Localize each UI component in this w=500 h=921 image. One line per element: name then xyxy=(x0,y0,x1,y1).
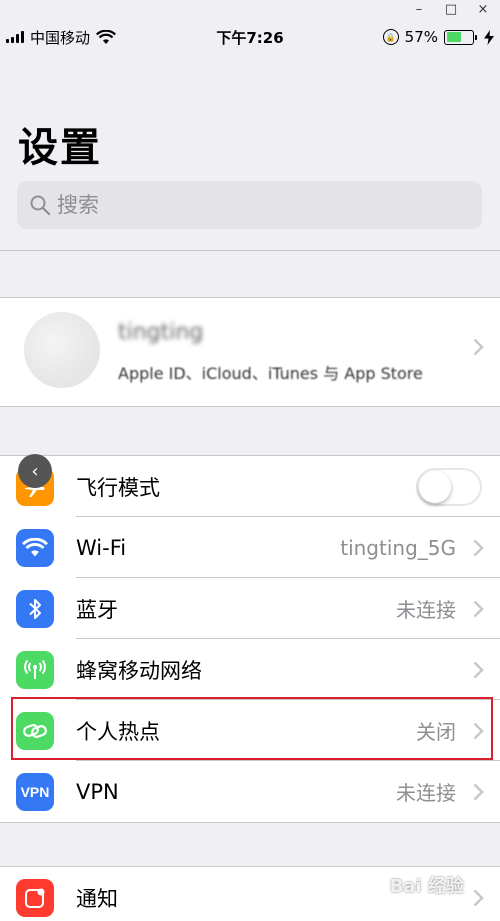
cellular-antenna-icon xyxy=(16,650,54,689)
charging-icon xyxy=(484,29,494,45)
settings-row-cellular[interactable]: 蜂窝移动网络 xyxy=(0,639,500,700)
chevron-right-icon xyxy=(473,600,484,618)
chevron-right-icon xyxy=(473,783,484,801)
account-name: tingting xyxy=(118,320,204,345)
vpn-icon: VPN xyxy=(16,772,54,811)
bluetooth-icon xyxy=(16,589,54,628)
search-input[interactable] xyxy=(57,193,457,217)
avatar xyxy=(24,312,100,388)
search-bar[interactable] xyxy=(17,181,482,229)
status-bar: 中国移动 下午7:26 🔒 57% xyxy=(0,22,500,52)
row-label: 蜂窝移动网络 xyxy=(76,658,202,683)
airplane-mode-toggle[interactable] xyxy=(416,467,482,506)
hotspot-link-icon xyxy=(16,711,54,750)
settings-row-airplane-mode[interactable]: 飞行模式 xyxy=(0,456,500,517)
chevron-right-icon xyxy=(473,889,484,907)
row-label: 蓝牙 xyxy=(76,597,118,622)
chevron-right-icon xyxy=(473,722,484,740)
settings-row-wifi[interactable]: Wi-Fi tingting_5G xyxy=(0,517,500,578)
notifications-icon xyxy=(16,878,54,917)
row-label: 飞行模式 xyxy=(76,475,160,500)
row-label: 通知 xyxy=(76,886,118,911)
watermark-logo: Bai 经验 xyxy=(389,876,464,897)
page-title: 设置 xyxy=(18,125,102,171)
settings-list: 飞行模式 Wi-Fi tingting_5G 蓝牙 未连接 蜂窝移动网络 个人热… xyxy=(0,455,500,823)
account-subtitle: Apple ID、iCloud、iTunes 与 App Store xyxy=(118,364,423,383)
search-icon xyxy=(30,195,51,216)
minimize-icon[interactable]: – xyxy=(412,2,426,17)
row-label: 个人热点 xyxy=(76,719,160,744)
row-value: tingting_5G xyxy=(340,535,456,560)
window-controls: – □ × xyxy=(380,0,500,18)
row-label: VPN xyxy=(76,779,119,804)
divider xyxy=(0,250,500,251)
back-chevron-icon[interactable]: ‹ xyxy=(18,454,52,488)
rotation-lock-icon: 🔒 xyxy=(382,29,399,45)
settings-row-vpn[interactable]: VPN VPN 未连接 xyxy=(0,761,500,822)
close-icon[interactable]: × xyxy=(476,2,490,17)
chevron-right-icon xyxy=(473,539,484,557)
row-value: 关闭 xyxy=(416,720,456,744)
apple-id-row[interactable]: tingting Apple ID、iCloud、iTunes 与 App St… xyxy=(0,297,500,407)
row-value: 未连接 xyxy=(396,781,456,805)
settings-row-personal-hotspot[interactable]: 个人热点 关闭 xyxy=(0,700,500,761)
battery-icon xyxy=(444,29,477,45)
wifi-icon xyxy=(16,528,54,567)
row-label: Wi-Fi xyxy=(76,535,127,560)
maximize-icon[interactable]: □ xyxy=(444,2,458,17)
row-value: 未连接 xyxy=(396,598,456,622)
battery-percent: 57% xyxy=(404,28,438,46)
battery-fill xyxy=(446,32,461,42)
chevron-right-icon xyxy=(473,661,484,679)
chevron-right-icon xyxy=(473,338,484,356)
toggle-knob xyxy=(419,470,451,503)
settings-row-bluetooth[interactable]: 蓝牙 未连接 xyxy=(0,578,500,639)
